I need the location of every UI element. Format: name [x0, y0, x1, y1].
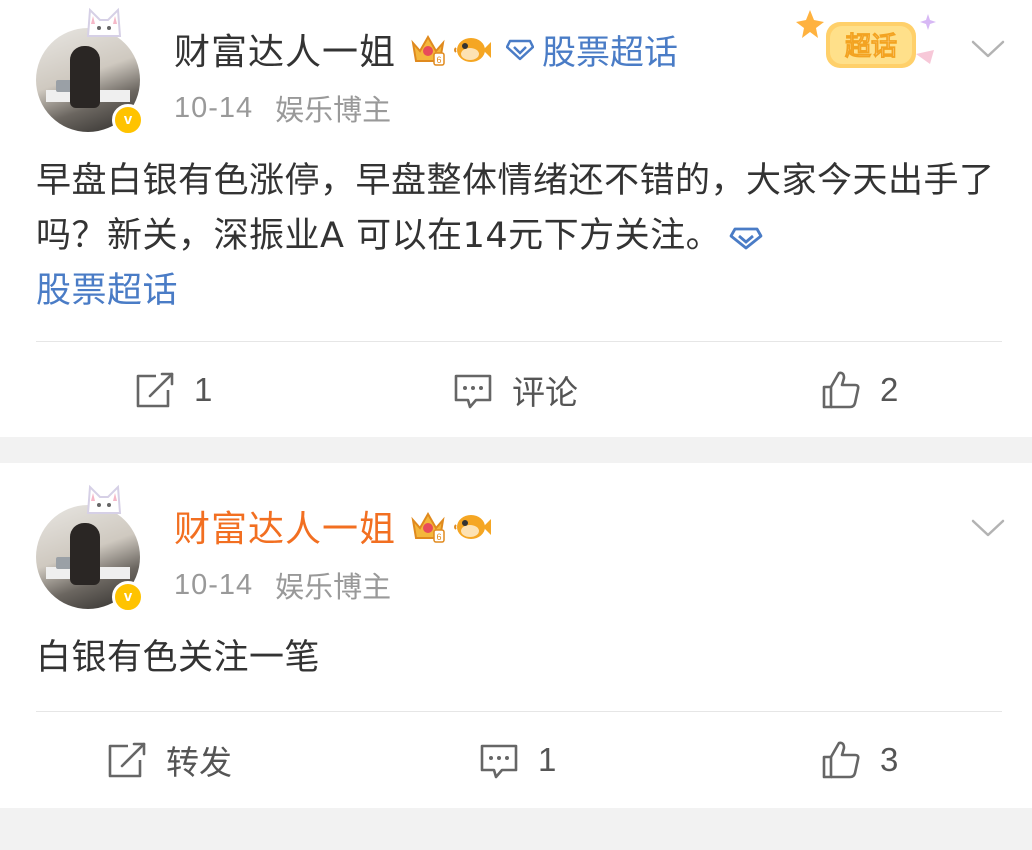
thumbs-up-icon	[822, 371, 860, 409]
repost-icon	[136, 372, 174, 408]
user-role: 娱乐博主	[275, 93, 392, 127]
like-count: 3	[880, 741, 899, 778]
thumbs-up-icon	[822, 741, 860, 779]
card-separator	[0, 808, 1032, 850]
post-meta: 10-14 娱乐博主	[174, 90, 392, 128]
comment-count: 1	[538, 741, 557, 778]
super-topic-badge-text: 超话	[845, 32, 897, 62]
divider	[36, 711, 1002, 712]
svg-text:6: 6	[437, 532, 442, 542]
topic-link[interactable]: 股票超话	[542, 25, 678, 74]
repost-button[interactable]: 转发	[106, 730, 232, 790]
svg-text:6: 6	[437, 55, 442, 65]
card-separator	[0, 437, 1032, 463]
post-content: 早盘白银有色涨停，早盘整体情绪还不错的，大家今天出手了吗？新关，深振业A 可以在…	[36, 154, 1006, 319]
avatar[interactable]: v	[36, 7, 144, 136]
crown-icon[interactable]: 6	[408, 29, 448, 69]
content-topic-link[interactable]: 股票超话	[36, 271, 178, 311]
action-bar: 1 评论 2	[0, 360, 1032, 420]
post-content: 白银有色关注一笔	[36, 631, 1006, 686]
user-role: 娱乐博主	[275, 570, 392, 604]
chevron-down-icon[interactable]	[970, 517, 1006, 539]
like-button[interactable]: 2	[820, 360, 898, 420]
action-bar: 转发 1 3	[0, 730, 1032, 790]
comment-button[interactable]: 1	[478, 730, 556, 790]
super-topic-badge[interactable]: 超话	[786, 4, 948, 84]
post-header: 财富达人一姐 6 股票超话	[174, 24, 678, 74]
chevron-down-icon[interactable]	[970, 38, 1006, 60]
comment-button[interactable]: 评论	[452, 360, 578, 420]
post-meta: 10-14 娱乐博主	[174, 567, 392, 605]
post-date: 10-14	[174, 568, 254, 601]
username[interactable]: 财富达人一姐	[174, 500, 396, 552]
like-button[interactable]: 3	[820, 730, 898, 790]
repost-button[interactable]: 1	[134, 360, 212, 420]
comment-icon	[454, 374, 492, 409]
verified-badge: v	[112, 104, 144, 136]
diamond-icon	[506, 39, 535, 61]
post-card: v 财富达人一姐 6 股票超话 超话 10-14 娱乐博主 早盘白银有色涨停，早…	[0, 0, 1032, 437]
divider	[36, 341, 1002, 342]
puffer-fish-icon[interactable]	[452, 509, 492, 543]
puffer-fish-icon[interactable]	[452, 32, 492, 66]
avatar[interactable]: v	[36, 484, 144, 613]
comment-label: 评论	[512, 374, 578, 411]
post-date: 10-14	[174, 91, 254, 124]
verified-badge: v	[112, 581, 144, 613]
post-text: 早盘白银有色涨停，早盘整体情绪还不错的，大家今天出手了吗？新关，深振业A 可以在…	[36, 161, 995, 256]
username[interactable]: 财富达人一姐	[174, 23, 396, 75]
comment-icon	[480, 744, 518, 779]
post-text: 白银有色关注一笔	[36, 638, 321, 678]
cat-ears-icon	[86, 7, 122, 37]
crown-icon[interactable]: 6	[408, 506, 448, 546]
post-header: 财富达人一姐 6	[174, 501, 492, 551]
repost-count: 1	[194, 371, 213, 408]
diamond-icon	[729, 227, 763, 250]
post-card: v 财富达人一姐 6 10-14 娱乐博主 白银有色关注一笔 转发 1 3	[0, 463, 1032, 808]
cat-ears-icon	[86, 484, 122, 514]
repost-icon	[108, 742, 146, 778]
repost-label: 转发	[166, 744, 232, 781]
like-count: 2	[880, 371, 899, 408]
